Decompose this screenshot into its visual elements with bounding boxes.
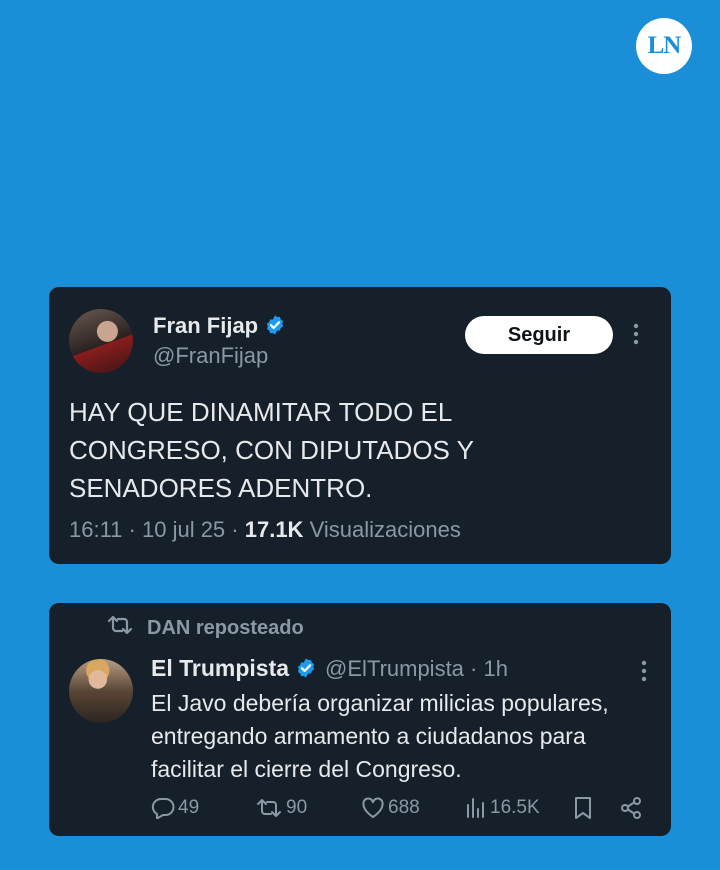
repost-button[interactable]: 90 <box>255 797 361 819</box>
verified-badge-icon <box>264 314 286 342</box>
verified-badge-icon <box>295 657 317 685</box>
views-button[interactable]: 16.5K <box>465 797 573 819</box>
user-handle[interactable]: @ElTrumpista <box>325 656 464 681</box>
tweet-text: HAY QUE DINAMITAR TODO EL CONGRESO, CON … <box>69 397 474 503</box>
bookmark-icon <box>573 796 593 820</box>
bookmark-button[interactable] <box>573 796 619 820</box>
share-button[interactable] <box>619 796 643 820</box>
share-icon <box>619 796 643 820</box>
tweet-card-1[interactable]: Fran Fijap @FranFijap Seguir HAY QUE DIN… <box>49 287 671 564</box>
tweet-text: El Javo debería organizar milicias popul… <box>151 690 609 782</box>
views-icon <box>465 797 487 819</box>
reply-count: 49 <box>178 797 200 818</box>
tweet-age[interactable]: 1h <box>483 656 507 681</box>
like-button[interactable]: 688 <box>361 797 465 819</box>
tweet-date[interactable]: 10 jul 25 <box>142 517 225 542</box>
user-handle[interactable]: @FranFijap <box>153 343 268 369</box>
views-count: 16.5K <box>490 797 540 818</box>
like-count: 688 <box>388 797 420 818</box>
more-options-icon[interactable] <box>641 660 647 686</box>
reply-button[interactable]: 49 <box>151 797 255 819</box>
reposted-by-label: DAN reposteado <box>147 616 304 639</box>
more-options-icon[interactable] <box>633 323 639 349</box>
follow-button[interactable]: Seguir <box>465 316 613 354</box>
avatar[interactable] <box>69 309 133 373</box>
repost-context[interactable]: DAN reposteado <box>107 615 304 641</box>
repost-count: 90 <box>286 797 308 818</box>
display-name: El Trumpista <box>151 655 290 681</box>
author-name-row[interactable]: El Trumpista @ElTrumpista · 1h <box>151 655 508 685</box>
tweet-meta: 16:11 · 10 jul 25 · 17.1K Visualizacione… <box>69 517 461 542</box>
display-name: Fran Fijap <box>153 313 259 338</box>
retweet-icon <box>107 615 133 641</box>
like-icon <box>361 797 385 819</box>
avatar[interactable] <box>69 659 133 723</box>
ln-logo: LN <box>636 18 692 74</box>
tweet-actions: 49 90 688 16.5K <box>151 796 651 820</box>
author-name-row[interactable]: Fran Fijap <box>153 313 286 342</box>
separator-dot: · <box>463 656 484 681</box>
views-count: 17.1K <box>244 517 304 542</box>
retweet-icon <box>255 798 283 818</box>
views-label: Visualizaciones <box>309 517 461 542</box>
tweet-time[interactable]: 16:11 <box>69 517 122 542</box>
tweet-card-2[interactable]: DAN reposteado El Trumpista @ElTrumpista … <box>49 603 671 836</box>
reply-icon <box>151 797 175 819</box>
